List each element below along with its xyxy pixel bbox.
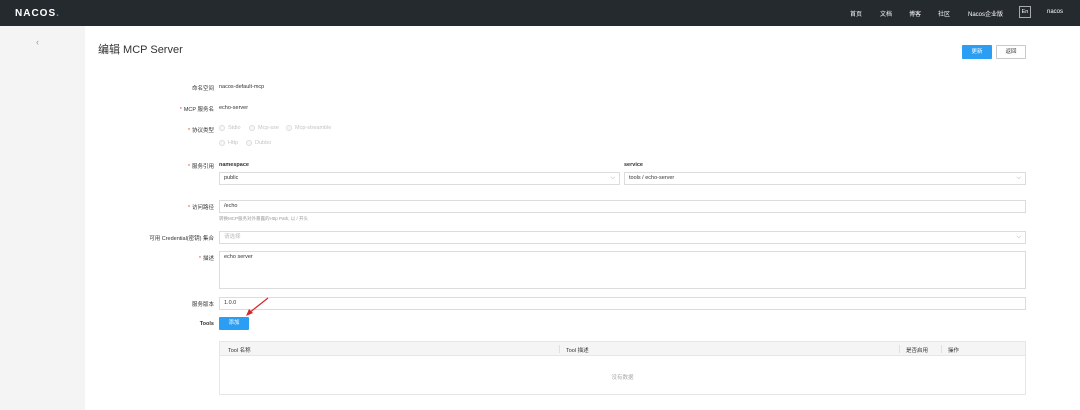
namespace-select[interactable]: public ⌵	[219, 172, 620, 185]
protocol-radio-mcp-sse[interactable]: Mcp-sse	[249, 125, 279, 131]
description-textarea[interactable]: echo server	[219, 251, 1026, 289]
service-select[interactable]: tools / echo-server ⌵	[624, 172, 1026, 185]
column-enabled: 是否启用	[906, 348, 929, 354]
column-separator	[559, 345, 560, 353]
namespace-sub-label: namespace	[219, 162, 249, 168]
radio-circle-icon	[246, 140, 252, 146]
back-chevron-icon[interactable]: ‹	[36, 37, 39, 47]
add-tool-button[interactable]: 添加	[219, 317, 249, 330]
service-sub-label: service	[624, 162, 643, 168]
credential-label: 可用 Credential(密钥) 集合	[149, 236, 214, 242]
page-title: 编辑 MCP Server	[98, 44, 183, 56]
namespace-label: 命名空间	[191, 86, 214, 92]
logo-text: NACOS	[15, 8, 57, 19]
radio-circle-icon	[286, 125, 292, 131]
nav-docs[interactable]: 文档	[880, 9, 892, 18]
update-button[interactable]: 更新	[962, 45, 992, 59]
path-label: * 访问路径	[187, 205, 214, 211]
nacos-logo[interactable]: NACOS.	[15, 8, 60, 19]
protocol-label: * 协议类型	[187, 128, 214, 134]
column-separator	[899, 345, 900, 353]
path-input[interactable]: /echo	[219, 200, 1026, 213]
column-actions: 操作	[948, 348, 960, 354]
chevron-down-icon: ⌵	[1016, 175, 1021, 181]
tools-label: Tools	[199, 321, 214, 327]
table-header: Tool 名称 Tool 描述 是否启用 操作	[220, 342, 1025, 356]
protocol-radio-mcp-streamble[interactable]: Mcp-streamble	[286, 125, 331, 131]
top-nav-bar: NACOS. 首页 文档 博客 社区 Nacos企业版 En nacos	[0, 0, 1080, 26]
service-name-label: * MCP 服务名	[179, 107, 214, 113]
path-hint: 转换MCP服务对外暴露的Http Path, 以 / 开头	[219, 216, 309, 221]
protocol-radio-dubbo[interactable]: Dubbo	[246, 140, 271, 146]
chevron-down-icon: ⌵	[1016, 234, 1021, 240]
nav-blog[interactable]: 博客	[909, 9, 921, 18]
service-ref-label: * 服务引用	[187, 164, 214, 170]
column-tool-desc: Tool 描述	[566, 348, 589, 354]
annotation-arrow-icon	[246, 297, 269, 316]
radio-circle-icon	[219, 125, 225, 131]
nav-home[interactable]: 首页	[850, 9, 862, 18]
table-empty-text: 没有数据	[611, 375, 634, 381]
version-input[interactable]: 1.0.0	[219, 297, 1026, 310]
logo-dot: .	[56, 8, 60, 19]
column-tool-name: Tool 名称	[228, 348, 251, 354]
column-separator	[941, 345, 942, 353]
protocol-radio-stdio[interactable]: Stdio	[219, 125, 241, 131]
chevron-down-icon: ⌵	[610, 175, 615, 181]
namespace-value: nacos-default-mcp	[219, 84, 265, 90]
language-toggle[interactable]: En	[1019, 6, 1031, 18]
user-menu[interactable]: nacos	[1047, 9, 1063, 15]
nav-community[interactable]: 社区	[938, 9, 950, 18]
back-button[interactable]: 返回	[996, 45, 1026, 59]
description-label: * 描述	[198, 256, 214, 262]
radio-circle-icon	[219, 140, 225, 146]
tools-table: Tool 名称 Tool 描述 是否启用 操作 没有数据	[219, 341, 1026, 395]
radio-circle-icon	[249, 125, 255, 131]
version-label: 服务版本	[191, 302, 214, 308]
protocol-radio-http[interactable]: Http	[219, 140, 238, 146]
service-name-value: echo-server	[219, 105, 249, 111]
nav-enterprise[interactable]: Nacos企业版	[968, 9, 1003, 18]
credential-select[interactable]: 请选择 ⌵	[219, 231, 1026, 244]
